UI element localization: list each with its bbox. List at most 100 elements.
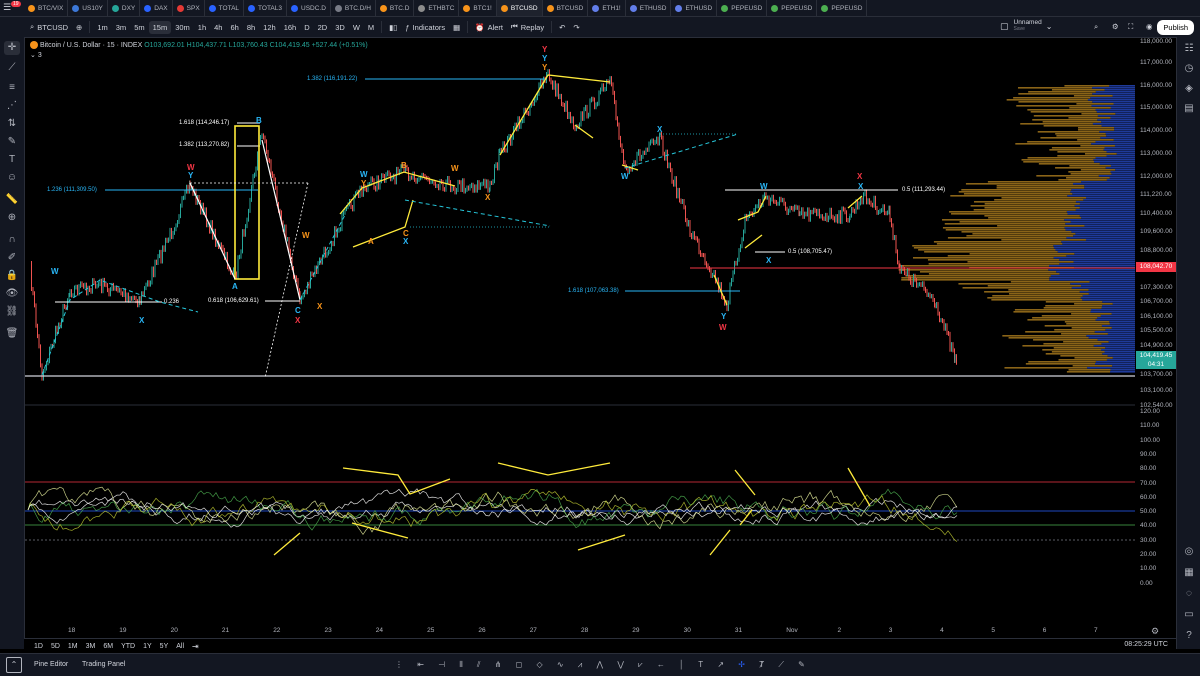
volume-profile-bar (1094, 161, 1135, 163)
volume-profile-bar (928, 273, 1060, 275)
volume-profile-bar (1020, 123, 1093, 125)
volume-profile-bar (1043, 343, 1102, 345)
osc-tick: 80.00 (1140, 465, 1157, 473)
collapse-panel-button[interactable]: ⌃ (6, 657, 22, 673)
calendar-range-icon[interactable]: ⇥ (192, 642, 199, 651)
volume-profile-bar (1045, 305, 1103, 307)
volume-profile-bar (1038, 163, 1100, 165)
time-tick: 22 (273, 627, 281, 634)
price-tick: 104,900.00 (1140, 342, 1173, 349)
volume-profile-bar (1098, 175, 1135, 177)
time-tick: 6 (1042, 627, 1047, 634)
volume-profile-bar (987, 181, 1082, 183)
channel-icon[interactable]: ⫽ (477, 660, 481, 670)
osc-tick: 120.00 (1140, 408, 1160, 415)
text-tool-icon[interactable]: T (698, 660, 703, 669)
volume-profile-bar (1079, 215, 1135, 217)
volume-profile-bar (1088, 289, 1135, 291)
volume-profile-bar (1073, 183, 1135, 185)
zigzag-icon[interactable]: ⩘ (578, 660, 583, 670)
volume-profile-bar (1101, 325, 1135, 327)
gear-icon: ⚙ (1151, 626, 1160, 636)
volume-profile-bar (1059, 263, 1135, 265)
volume-profile-bar (1058, 179, 1107, 181)
volume-profile-bar (950, 195, 1068, 197)
square-icon[interactable]: ◻ (516, 660, 523, 669)
wave-icon[interactable]: ∿ (557, 660, 564, 669)
volume-profile-bar (1048, 269, 1135, 271)
volume-profile-bar (1066, 323, 1110, 325)
abcd-icon[interactable]: ⋁ (617, 660, 624, 669)
range-1d[interactable]: 1D (30, 643, 47, 650)
price-tick: 105,500.00 (1140, 327, 1173, 334)
text-icon-2[interactable]: Ⱦ (759, 660, 764, 669)
axis-settings-button[interactable]: ⚙ (1151, 626, 1159, 637)
volume-profile-bar (1070, 221, 1135, 223)
range-6m[interactable]: 6M (99, 643, 117, 650)
range-3m[interactable]: 3M (82, 643, 100, 650)
range-5y[interactable]: 5Y (156, 643, 173, 650)
arrow-left-icon[interactable]: ← (657, 660, 665, 669)
volume-profile-bar (927, 259, 1060, 261)
volume-profile-bar (1051, 351, 1105, 353)
volume-profile-bar (1066, 255, 1135, 257)
arrow-mark-icon[interactable]: ↗ (717, 660, 724, 669)
chevron-up-icon: ⌃ (10, 660, 18, 669)
volume-profile-bar (1074, 253, 1135, 255)
yellow-zigzag-9 (847, 195, 863, 209)
volume-profile-bar (1051, 89, 1105, 91)
volume-profile-bar (1115, 113, 1135, 115)
price-tick: 103,700.00 (1140, 371, 1173, 378)
pine-editor-tab[interactable]: Pine Editor (34, 661, 68, 668)
volume-profile-bar (1089, 281, 1135, 283)
price-candles (31, 69, 957, 381)
range-1y[interactable]: 1Y (139, 643, 156, 650)
volume-profile-bar (1061, 241, 1135, 243)
range-5d[interactable]: 5D (47, 643, 64, 650)
volume-profile-bar (1037, 131, 1100, 133)
volume-profile-bar (1110, 369, 1135, 371)
price-chart[interactable] (0, 0, 1200, 675)
osc-yellow-9 (847, 467, 871, 507)
volume-profile-bar (1115, 169, 1135, 171)
hline-icon[interactable]: ⊣ (438, 660, 445, 669)
brush-icon[interactable]: ⟋ (778, 660, 784, 670)
diamond-icon[interactable]: ◇ (537, 660, 543, 669)
marker-icon[interactable]: ✎ (798, 660, 805, 669)
volume-profile-bar (1091, 143, 1135, 145)
trading-panel-tab[interactable]: Trading Panel (82, 661, 125, 668)
volume-profile-bar (1063, 341, 1109, 343)
range-ytd[interactable]: YTD (117, 643, 139, 650)
volume-profile-bar (1085, 239, 1135, 241)
time-tick: 19 (119, 627, 127, 634)
volume-profile-bar (1101, 125, 1135, 127)
elliott-icon[interactable]: ⋀ (597, 660, 604, 669)
volume-profile-bar (1072, 365, 1113, 367)
cross-icon[interactable]: ✢ (738, 660, 745, 669)
volume-profile-bar (1043, 307, 1102, 309)
volume-profile-bar (1109, 177, 1135, 179)
wave-label-w: W (760, 182, 768, 191)
bars-icon[interactable]: ⫴ (459, 660, 462, 670)
time-tick: 23 (324, 627, 332, 634)
volume-profile-bar (919, 271, 1057, 273)
handle-icon[interactable]: ⋮ (395, 660, 403, 669)
fork-icon[interactable]: ⋔ (495, 660, 502, 669)
cyan-dashed-4 (624, 133, 739, 169)
volume-profile-bar (1064, 227, 1135, 229)
price-tick: 109,600.00 (1140, 228, 1173, 235)
volume-profile-bar (1057, 151, 1107, 153)
volume-profile-bar (997, 225, 1085, 227)
range-all[interactable]: All (172, 643, 188, 650)
yellow-zigzag-6 (713, 274, 728, 306)
volume-profile-bar (1087, 367, 1135, 369)
wave-label-w: W (360, 170, 368, 179)
ray-icon[interactable]: ⇤ (417, 660, 424, 669)
xabcd-icon[interactable]: ⩗ (638, 660, 643, 670)
vline-icon[interactable]: │ (679, 660, 684, 669)
fib-label: 0.618 (106,629.61) (208, 298, 259, 304)
range-1m[interactable]: 1M (64, 643, 82, 650)
volume-profile-bar (1060, 355, 1108, 357)
oscillator-line (27, 497, 958, 528)
clock[interactable]: 08:25:29 UTC (1124, 641, 1168, 648)
